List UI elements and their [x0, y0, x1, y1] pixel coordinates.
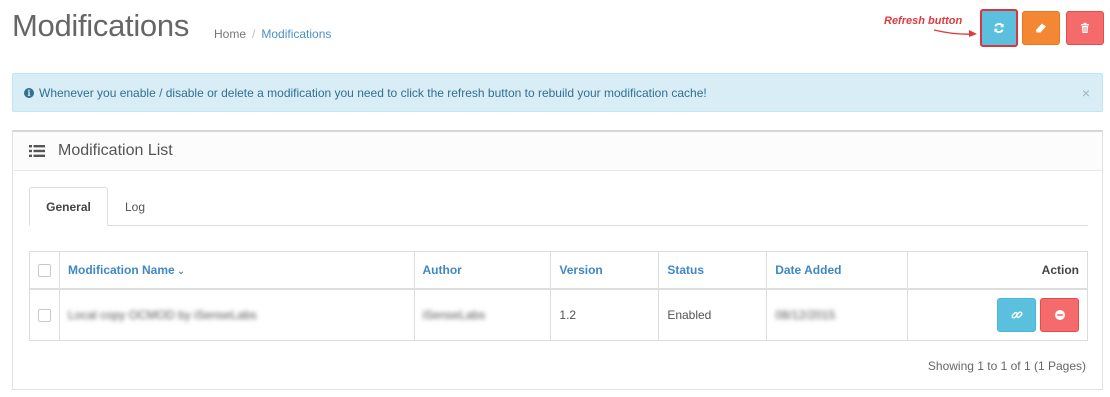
table-header-row: Modification Name ⌄ Author Version Status…: [29, 251, 1088, 290]
breadcrumb-modifications[interactable]: Modifications: [261, 27, 331, 41]
cell-version: 1.2: [550, 288, 660, 341]
select-all-checkbox[interactable]: [38, 263, 51, 277]
tab-general[interactable]: General: [29, 187, 108, 226]
link-icon: [1011, 311, 1022, 319]
table-row: Local copy OCMOD by iSenseLabs iSenseLab…: [29, 288, 1088, 341]
row-actions: [916, 297, 1079, 332]
panel-heading: Modification List: [13, 132, 1102, 171]
breadcrumb-separator: /: [252, 27, 256, 41]
column-header-author[interactable]: Author: [413, 251, 552, 290]
chevron-down-icon: ⌄: [176, 265, 186, 277]
column-header-action: Action: [907, 251, 1088, 290]
breadcrumb: Home / Modifications: [214, 27, 331, 41]
alert-close-button[interactable]: ×: [1082, 85, 1090, 101]
cell-status: Enabled: [658, 288, 768, 341]
cell-date-added: 08/12/2015: [766, 288, 909, 341]
delete-button[interactable]: [1066, 11, 1104, 45]
cell-actions: [907, 288, 1088, 341]
tab-bar: General Log: [29, 187, 1088, 226]
select-all-cell: [29, 251, 60, 290]
page-title: Modifications: [12, 8, 190, 43]
list-icon: [29, 145, 45, 157]
pagination-info: Showing 1 to 1 of 1 (1 Pages): [927, 359, 1086, 373]
breadcrumb-home[interactable]: Home: [214, 27, 246, 41]
modification-table: Modification Name ⌄ Author Version Status…: [29, 251, 1088, 341]
clear-log-button[interactable]: [1022, 11, 1060, 45]
eraser-icon: [1036, 23, 1046, 33]
column-header-status[interactable]: Status: [658, 251, 768, 290]
row-select-cell: [29, 288, 60, 341]
annotation-arrow: [933, 29, 977, 37]
refresh-button[interactable]: [980, 9, 1018, 47]
panel-title: Modification List: [58, 142, 173, 159]
column-header-version[interactable]: Version: [550, 251, 660, 290]
column-header-date-added[interactable]: Date Added: [766, 251, 909, 290]
link-button[interactable]: [997, 297, 1036, 332]
column-header-name[interactable]: Modification Name ⌄: [59, 251, 415, 290]
column-header-name-label: Modification Name: [68, 262, 175, 277]
row-checkbox[interactable]: [38, 308, 51, 322]
tab-log[interactable]: Log: [108, 187, 162, 226]
info-alert: i Whenever you enable / disable or delet…: [12, 73, 1103, 112]
uninstall-button[interactable]: [1040, 297, 1079, 332]
info-circle-icon: i: [24, 87, 34, 98]
minus-circle-icon: [1054, 309, 1065, 320]
refresh-icon: [994, 23, 1004, 33]
alert-message: Whenever you enable / disable or delete …: [39, 85, 707, 100]
trash-icon: [1081, 22, 1089, 33]
cell-modification-name: Local copy OCMOD by iSenseLabs: [59, 288, 415, 341]
modification-list-panel: Modification List General Log Modificati…: [12, 130, 1103, 390]
cell-author: iSenseLabs: [413, 288, 552, 341]
